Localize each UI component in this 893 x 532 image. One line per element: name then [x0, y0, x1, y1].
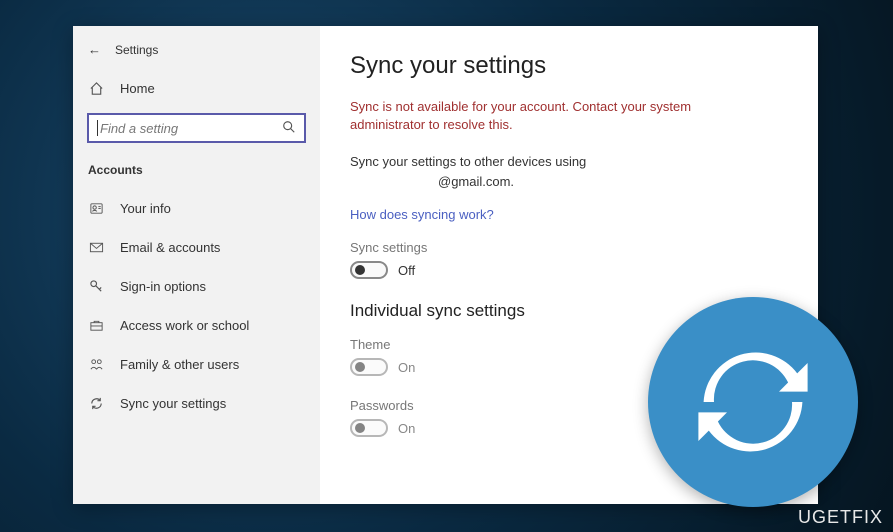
sidebar-item-label: Access work or school	[120, 318, 249, 333]
passwords-toggle[interactable]	[350, 419, 388, 437]
home-icon	[88, 81, 104, 96]
sync-icon	[88, 396, 104, 411]
sidebar-item-your-info[interactable]: Your info	[73, 189, 320, 228]
sync-badge-icon	[648, 297, 858, 507]
key-icon	[88, 279, 104, 294]
sync-description: Sync your settings to other devices usin…	[350, 152, 788, 191]
theme-toggle[interactable]	[350, 358, 388, 376]
sync-settings-label: Sync settings	[350, 240, 788, 255]
family-icon	[88, 357, 104, 372]
sidebar: ← Settings Home Accounts	[73, 26, 320, 504]
sidebar-item-label: Sync your settings	[120, 396, 226, 411]
sidebar-item-family[interactable]: Family & other users	[73, 345, 320, 384]
back-arrow-icon[interactable]: ←	[88, 42, 101, 57]
sidebar-item-label: Sign-in options	[120, 279, 206, 294]
sidebar-header: ← Settings Home Accounts	[73, 26, 320, 189]
theme-state: On	[398, 360, 415, 375]
sync-settings-state: Off	[398, 263, 415, 278]
search-cursor	[97, 120, 98, 136]
mail-icon	[88, 240, 104, 255]
passwords-state: On	[398, 421, 415, 436]
help-link[interactable]: How does syncing work?	[350, 207, 788, 222]
toggle-knob	[355, 362, 365, 372]
watermark: UGETFIX	[798, 507, 883, 528]
sync-settings-toggle-row: Off	[350, 261, 788, 279]
sidebar-item-signin[interactable]: Sign-in options	[73, 267, 320, 306]
sidebar-item-label: Your info	[120, 201, 171, 216]
sidebar-item-label: Email & accounts	[120, 240, 220, 255]
home-label: Home	[120, 81, 155, 96]
back-row[interactable]: ← Settings	[73, 38, 320, 69]
briefcase-icon	[88, 318, 104, 333]
toggle-knob	[355, 423, 365, 433]
toggle-knob	[355, 265, 365, 275]
sync-desc-line1: Sync your settings to other devices usin…	[350, 154, 586, 169]
sidebar-item-sync[interactable]: Sync your settings	[73, 384, 320, 423]
sync-settings-toggle[interactable]	[350, 261, 388, 279]
home-button[interactable]: Home	[73, 69, 320, 108]
sidebar-item-work[interactable]: Access work or school	[73, 306, 320, 345]
search-input[interactable]	[100, 121, 282, 136]
sidebar-item-label: Family & other users	[120, 357, 239, 372]
sidebar-section-header: Accounts	[73, 153, 320, 189]
sync-settings-group: Sync settings Off	[350, 240, 788, 279]
user-icon	[88, 201, 104, 216]
page-title: Sync your settings	[350, 52, 788, 80]
sync-desc-line2: @gmail.com.	[438, 174, 514, 189]
sidebar-item-email[interactable]: Email & accounts	[73, 228, 320, 267]
back-label: Settings	[115, 43, 158, 57]
error-message: Sync is not available for your account. …	[350, 98, 730, 134]
nav-list: Your info Email & accounts Sign-in optio…	[73, 189, 320, 423]
search-box[interactable]	[87, 113, 306, 143]
search-icon	[282, 120, 296, 137]
